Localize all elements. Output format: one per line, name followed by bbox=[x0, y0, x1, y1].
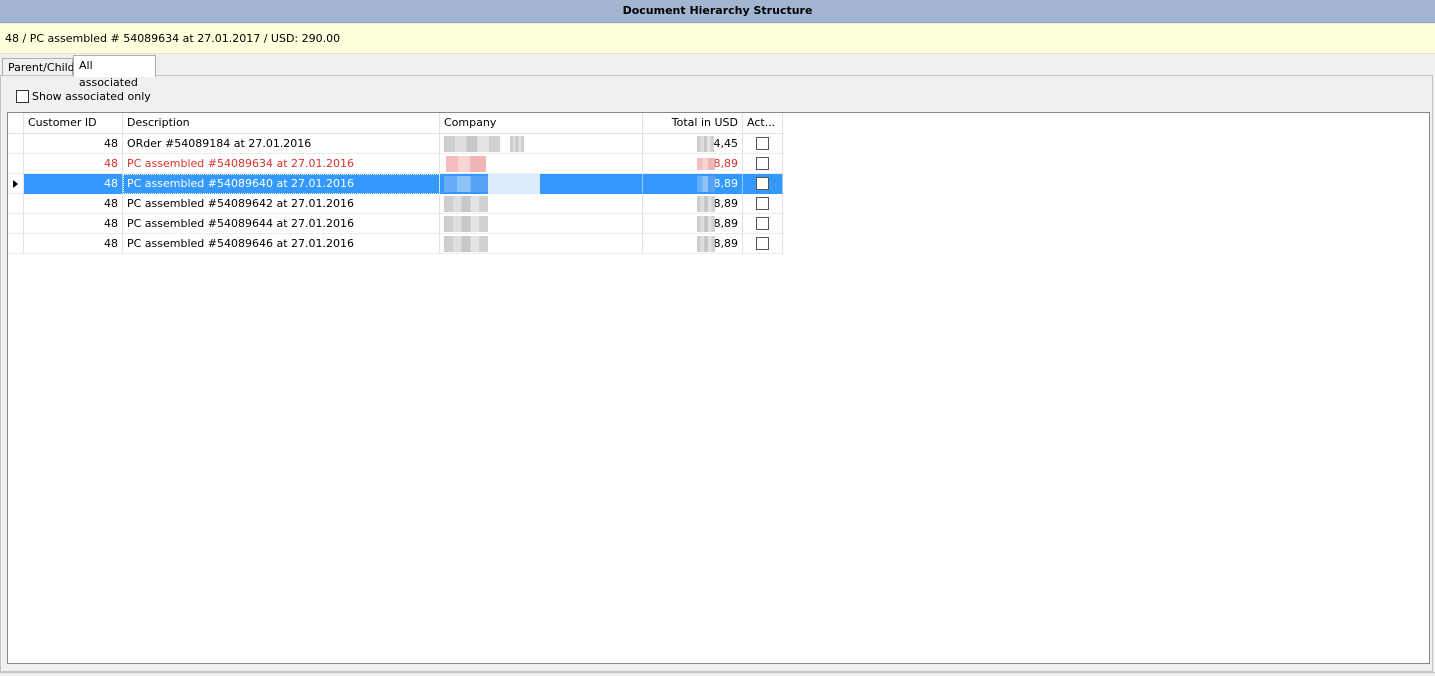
total-usd-cell[interactable]: 8,89 bbox=[643, 214, 743, 234]
customer-id-cell[interactable]: 48 bbox=[24, 194, 123, 214]
window-bottom-edge bbox=[0, 672, 1435, 676]
customer-id-cell[interactable]: 48 bbox=[24, 134, 123, 154]
column-header-active[interactable]: Act... bbox=[743, 113, 783, 134]
active-cell[interactable] bbox=[743, 234, 783, 254]
total-usd-cell[interactable]: 4,45 bbox=[643, 134, 743, 154]
redacted-company-text bbox=[444, 236, 488, 252]
redacted-amount-prefix bbox=[697, 158, 715, 170]
show-associated-only-checkbox[interactable] bbox=[16, 89, 29, 103]
column-header-total-usd[interactable]: Total in USD bbox=[643, 113, 743, 134]
show-associated-only-option[interactable]: Show associated only bbox=[16, 89, 151, 103]
active-checkbox[interactable] bbox=[756, 237, 769, 250]
company-cell[interactable] bbox=[440, 214, 643, 234]
total-usd-value: 8,89 bbox=[713, 217, 739, 230]
total-usd-value: 8,89 bbox=[713, 157, 739, 170]
table-row[interactable]: 48 PC assembled #54089644 at 27.01.2016 … bbox=[8, 214, 784, 234]
description-cell[interactable]: PC assembled #54089640 at 27.01.2016 bbox=[123, 174, 440, 194]
table-row[interactable]: 48 PC assembled #54089646 at 27.01.2016 … bbox=[8, 234, 784, 254]
total-usd-value: 8,89 bbox=[713, 177, 739, 190]
redacted-company-text bbox=[444, 176, 488, 192]
customer-id-cell[interactable]: 48 bbox=[24, 234, 123, 254]
tab-strip: Parent/Child All associated bbox=[0, 55, 1435, 89]
show-associated-only-label[interactable]: Show associated only bbox=[32, 90, 151, 103]
grid-header: Customer ID Description Company Total in… bbox=[8, 113, 784, 134]
customer-id-cell[interactable]: 48 bbox=[24, 214, 123, 234]
company-cell[interactable] bbox=[440, 234, 643, 254]
active-cell[interactable] bbox=[743, 194, 783, 214]
total-usd-value: 8,89 bbox=[713, 237, 739, 250]
table-row[interactable]: 48 PC assembled #54089634 at 27.01.2016 … bbox=[8, 154, 784, 174]
column-header-company[interactable]: Company bbox=[440, 113, 643, 134]
total-usd-cell[interactable]: 8,89 bbox=[643, 154, 743, 174]
window-title: Document Hierarchy Structure bbox=[0, 0, 1435, 23]
column-header-description[interactable]: Description bbox=[123, 113, 440, 134]
redacted-company-text bbox=[444, 196, 488, 212]
total-usd-cell[interactable]: 8,89 bbox=[643, 234, 743, 254]
row-indicator[interactable] bbox=[8, 134, 24, 154]
description-cell[interactable]: ORder #54089184 at 27.01.2016 bbox=[123, 134, 440, 154]
documents-grid[interactable]: Customer ID Description Company Total in… bbox=[7, 112, 1430, 664]
redacted-company-text bbox=[444, 136, 500, 152]
total-usd-value: 8,89 bbox=[713, 197, 739, 210]
redacted-amount-prefix bbox=[697, 136, 714, 152]
redacted-company-text-part bbox=[510, 136, 524, 152]
redacted-company-text bbox=[446, 156, 486, 172]
redacted-company-text-part bbox=[488, 174, 540, 194]
all-associated-panel: Show associated only Customer ID Descrip… bbox=[0, 75, 1433, 672]
total-usd-cell[interactable]: 8,89 bbox=[643, 174, 743, 194]
active-checkbox[interactable] bbox=[756, 157, 769, 170]
active-checkbox[interactable] bbox=[756, 177, 769, 190]
active-cell[interactable] bbox=[743, 174, 783, 194]
table-row[interactable]: 48 ORder #54089184 at 27.01.2016 4,45 bbox=[8, 134, 784, 154]
table-row[interactable]: 48 PC assembled #54089642 at 27.01.2016 … bbox=[8, 194, 784, 214]
row-indicator[interactable] bbox=[8, 154, 24, 174]
active-cell[interactable] bbox=[743, 134, 783, 154]
redacted-amount-prefix bbox=[697, 236, 715, 252]
redacted-amount-prefix bbox=[697, 176, 715, 192]
current-row-pointer-icon bbox=[13, 180, 18, 188]
customer-id-cell[interactable]: 48 bbox=[24, 154, 123, 174]
company-cell[interactable] bbox=[440, 174, 643, 194]
column-header-customer-id[interactable]: Customer ID bbox=[24, 113, 123, 134]
document-info-bar: 48 / PC assembled # 54089634 at 27.01.20… bbox=[0, 24, 1435, 54]
active-checkbox[interactable] bbox=[756, 137, 769, 150]
tab-all-associated[interactable]: All associated bbox=[73, 55, 156, 89]
company-cell[interactable] bbox=[440, 154, 643, 174]
description-cell[interactable]: PC assembled #54089642 at 27.01.2016 bbox=[123, 194, 440, 214]
redacted-amount-prefix bbox=[697, 216, 715, 232]
total-usd-cell[interactable]: 8,89 bbox=[643, 194, 743, 214]
active-cell[interactable] bbox=[743, 154, 783, 174]
company-cell[interactable] bbox=[440, 134, 643, 154]
row-indicator[interactable] bbox=[8, 194, 24, 214]
description-cell[interactable]: PC assembled #54089644 at 27.01.2016 bbox=[123, 214, 440, 234]
description-cell[interactable]: PC assembled #54089634 at 27.01.2016 bbox=[123, 154, 440, 174]
active-checkbox[interactable] bbox=[756, 197, 769, 210]
customer-id-cell[interactable]: 48 bbox=[24, 174, 123, 194]
row-indicator[interactable] bbox=[8, 234, 24, 254]
description-cell[interactable]: PC assembled #54089646 at 27.01.2016 bbox=[123, 234, 440, 254]
redacted-company-text bbox=[444, 216, 488, 232]
active-checkbox[interactable] bbox=[756, 217, 769, 230]
table-row-selected[interactable]: 48 PC assembled #54089640 at 27.01.2016 … bbox=[8, 174, 784, 194]
row-indicator[interactable] bbox=[8, 214, 24, 234]
row-indicator[interactable] bbox=[8, 174, 24, 194]
row-indicator-header bbox=[8, 113, 24, 134]
active-cell[interactable] bbox=[743, 214, 783, 234]
company-cell[interactable] bbox=[440, 194, 643, 214]
redacted-amount-prefix bbox=[697, 196, 715, 212]
tab-parent-child[interactable]: Parent/Child bbox=[2, 58, 75, 76]
total-usd-value: 4,45 bbox=[713, 137, 739, 150]
